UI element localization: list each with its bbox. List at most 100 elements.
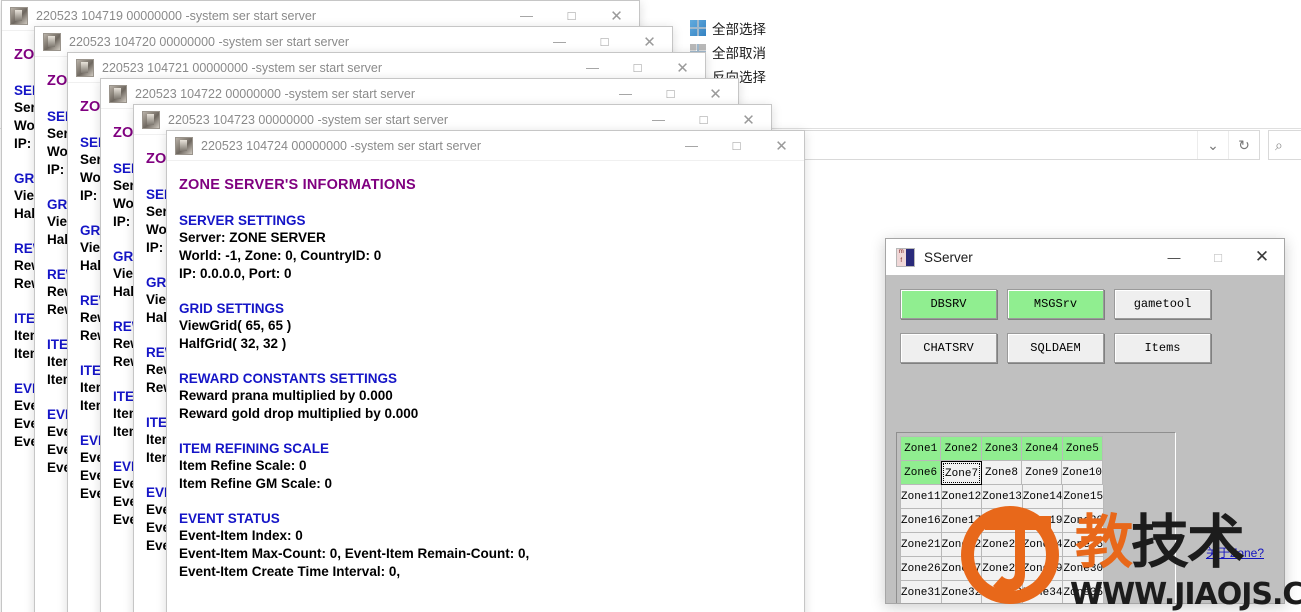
zone-button-zone5[interactable]: Zone5 <box>1062 437 1104 461</box>
mfc-icon: m f <box>896 247 915 267</box>
service-button-items[interactable]: Items <box>1114 333 1211 363</box>
zone-button-zone2[interactable]: Zone2 <box>941 437 982 461</box>
zone-grid: Zone1 Zone2 Zone3 Zone4 Zone5 Zone6 Zone7 Zone8… <box>900 436 1105 603</box>
service-button-gametool[interactable]: gametool <box>1114 289 1211 319</box>
zone-report-line: IP: 0.0.0.0, Port: 0 <box>179 266 292 281</box>
zone-report-line: Server: ZONE SERVER <box>179 230 326 245</box>
zone-button-zone22[interactable]: Zone22 <box>941 533 983 557</box>
zone-button-zone12[interactable]: Zone12 <box>941 485 983 509</box>
zone-report-title: ZONE SERVER'S INFORMATIONS <box>179 177 416 193</box>
zone-report-line: Item Refine GM Scale: 0 <box>179 476 333 491</box>
zone-report-line: Event-Item Create Time Interval: 0, <box>179 564 401 579</box>
sserver-title-bar[interactable]: m f SServer — □ ✕ <box>886 239 1284 275</box>
zone-button-zone26[interactable]: Zone26 <box>901 557 942 581</box>
ribbon-select-all-label: 全部选择 <box>712 22 766 37</box>
service-button-row-2: CHATSRV SQLDAEM Items <box>886 333 1284 363</box>
zone-button-zone30[interactable]: Zone30 <box>1063 557 1105 581</box>
zone-button-zone11[interactable]: Zone11 <box>901 485 942 509</box>
zone-report-line: Event-Item Max-Count: 0, Event-Item Rema… <box>179 546 530 561</box>
zone-button-zone21[interactable]: Zone21 <box>901 533 942 557</box>
search-input[interactable]: ⌕ <box>1268 130 1301 160</box>
console-app-icon <box>142 110 160 129</box>
console-app-icon <box>76 58 94 77</box>
zone-button-zone34[interactable]: Zone34 <box>1022 581 1064 603</box>
ribbon-select-all[interactable]: 全部选择 <box>690 16 780 40</box>
ribbon-select-none-label: 全部取消 <box>712 46 766 61</box>
service-button-row-1: DBSRV MSGSrv gametool <box>886 289 1284 319</box>
zone-report-section: REWARD CONSTANTS SETTINGS Reward prana mu… <box>179 371 804 423</box>
zone-button-zone13[interactable]: Zone13 <box>982 485 1023 509</box>
zone-button-zone10[interactable]: Zone10 <box>1062 461 1103 485</box>
console-window-title-label: 220523 104724 00000000 -system ser start… <box>201 138 482 153</box>
zone-button-zone1[interactable]: Zone1 <box>901 437 942 461</box>
zone-button-zone6[interactable]: Zone6 <box>901 461 942 485</box>
zone-button-zone33[interactable]: Zone33 <box>982 581 1023 603</box>
zone-button-zone9[interactable]: Zone9 <box>1022 461 1063 485</box>
service-button-sqldaem[interactable]: SQLDAEM <box>1007 333 1104 363</box>
zone-button-zone16[interactable]: Zone16 <box>901 509 942 533</box>
console-window-title-label: 220523 104719 00000000 -system ser start… <box>36 8 317 23</box>
console-app-icon <box>109 84 127 103</box>
zone-button-zone32[interactable]: Zone32 <box>941 581 983 603</box>
console-app-icon <box>43 32 61 51</box>
zone-button-zone24[interactable]: Zone24 <box>1022 533 1064 557</box>
zone-button-zone35[interactable]: Zone35 <box>1063 581 1105 603</box>
zone-button-zone4[interactable]: Zone4 <box>1022 437 1063 461</box>
chevron-down-icon[interactable]: ⌄ <box>1197 131 1228 159</box>
console-window-title-label: 220523 104722 00000000 -system ser start… <box>135 86 416 101</box>
close-button[interactable]: ✕ <box>1240 239 1284 275</box>
zone-button-zone19[interactable]: Zone19 <box>1022 509 1064 533</box>
zone-report-section: EVENT STATUS Event-Item Index: 0 Event-Ite… <box>179 511 804 581</box>
console-window[interactable]: 220523 104724 00000000 -system ser start… <box>166 130 805 612</box>
zone-button-zone8[interactable]: Zone8 <box>981 461 1023 485</box>
zone-button-zone31[interactable]: Zone31 <box>901 581 942 603</box>
zone-button-zone20[interactable]: Zone20 <box>1063 509 1105 533</box>
service-button-msgsrv[interactable]: MSGSrv <box>1007 289 1104 319</box>
maximize-button[interactable]: □ <box>1196 239 1240 275</box>
zone-grid-row: Zone26 Zone27 Zone28 Zone29 Zone30 <box>901 557 1105 581</box>
console-app-icon <box>10 6 28 25</box>
minimize-button[interactable]: — <box>1152 239 1196 275</box>
console-window-title-label: 220523 104721 00000000 -system ser start… <box>102 60 383 75</box>
console-window-title-bar[interactable]: 220523 104724 00000000 -system ser start… <box>167 131 804 161</box>
sserver-body: DBSRV MSGSrv gametool CHATSRV SQLDAEM Items … <box>886 289 1284 603</box>
zone-report-line: ViewGrid( 65, 65 ) <box>179 318 292 333</box>
zone-button-zone27[interactable]: Zone27 <box>941 557 983 581</box>
zone-report-line: Item Refine Scale: 0 <box>179 458 307 473</box>
service-button-dbsrv[interactable]: DBSRV <box>900 289 997 319</box>
zone-button-zone17[interactable]: Zone17 <box>941 509 983 533</box>
refresh-icon[interactable]: ↻ <box>1228 131 1259 159</box>
zone-report-section: SERVER SETTINGS Server: ZONE SERVER World:… <box>179 213 804 283</box>
zone-report-section-heading: REWARD CONSTANTS SETTINGS <box>179 371 398 386</box>
sserver-window: m f SServer — □ ✕ DBSRV MSGSrv gametool CH… <box>885 238 1285 604</box>
zone-grid-row: Zone16 Zone17 Zone18 Zone19 Zone20 <box>901 509 1105 533</box>
zone-report-section: GRID SETTINGS ViewGrid( 65, 65 ) HalfGrid(… <box>179 301 804 353</box>
maximize-button[interactable]: □ <box>714 131 759 161</box>
zone-button-zone7[interactable]: Zone7 <box>941 461 982 485</box>
zone-button-zone28[interactable]: Zone28 <box>982 557 1023 581</box>
zone-report-section-heading: ITEM REFINING SCALE <box>179 441 330 456</box>
zone-grid-row: Zone21 Zone22 Zone23 Zone24 Zone25 <box>901 533 1105 557</box>
zone-report-line: World: -1, Zone: 0, CountryID: 0 <box>179 248 382 263</box>
zone-button-zone29[interactable]: Zone29 <box>1022 557 1064 581</box>
zone-report-line: Event-Item Index: 0 <box>179 528 303 543</box>
about-zone-link[interactable]: 关于Zone? <box>1206 544 1264 561</box>
zone-button-zone15[interactable]: Zone15 <box>1063 485 1105 509</box>
zone-button-zone25[interactable]: Zone25 <box>1063 533 1105 557</box>
close-button[interactable]: ✕ <box>759 131 804 161</box>
search-icon: ⌕ <box>1275 136 1283 153</box>
minimize-button[interactable]: — <box>669 131 714 161</box>
zone-report-section-heading: SERVER SETTINGS <box>179 213 306 228</box>
sserver-title-label: SServer <box>924 249 973 265</box>
zone-grid-row: Zone31 Zone32 Zone33 Zone34 Zone35 <box>901 581 1105 603</box>
zone-grid-row: Zone1 Zone2 Zone3 Zone4 Zone5 <box>901 437 1104 461</box>
zone-button-zone14[interactable]: Zone14 <box>1022 485 1064 509</box>
console-app-icon <box>175 136 193 155</box>
zone-report-section-heading: EVENT STATUS <box>179 511 280 526</box>
zone-grid-row: Zone6 Zone7 Zone8 Zone9 Zone10 <box>901 461 1103 485</box>
zone-button-zone18[interactable]: Zone18 <box>982 509 1023 533</box>
zone-button-zone23[interactable]: Zone23 <box>982 533 1023 557</box>
sserver-window-controls: — □ ✕ <box>1152 239 1284 275</box>
service-button-chatsrv[interactable]: CHATSRV <box>900 333 997 363</box>
zone-button-zone3[interactable]: Zone3 <box>981 437 1023 461</box>
